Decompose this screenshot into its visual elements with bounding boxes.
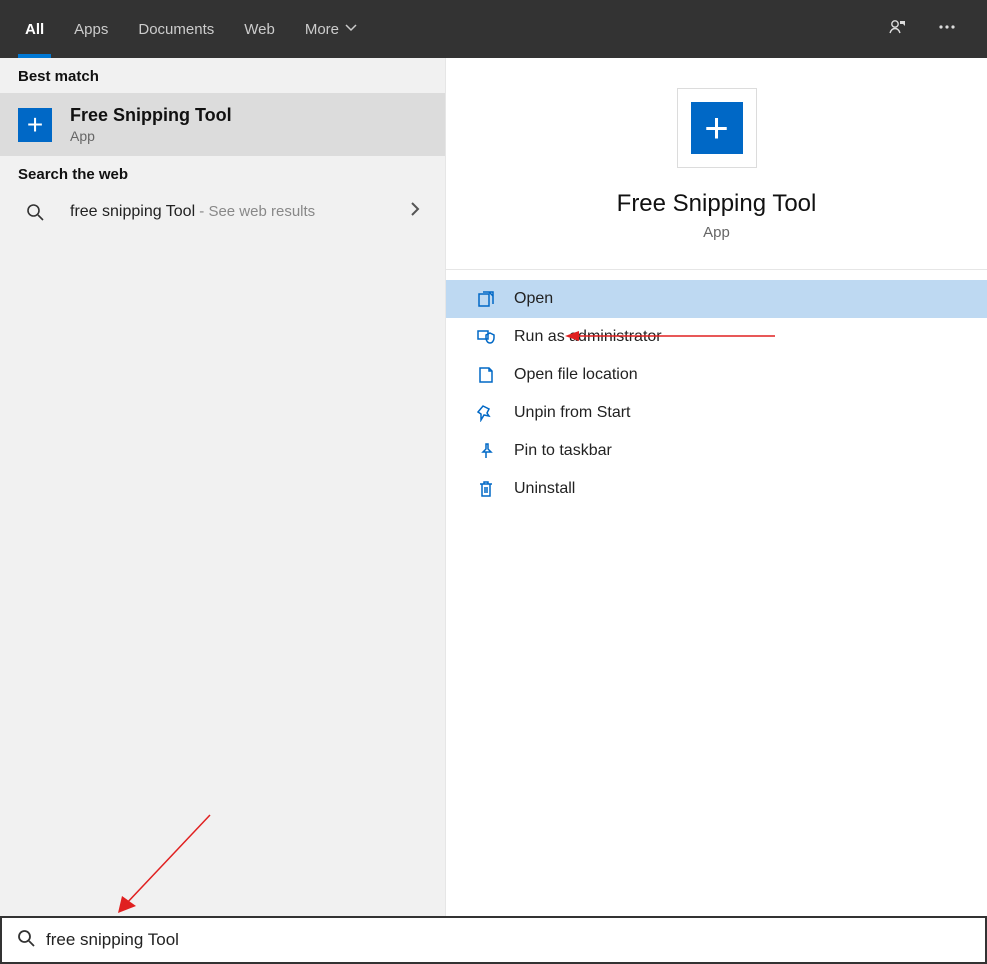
- tab-all[interactable]: All: [10, 0, 59, 58]
- web-search-result[interactable]: free snipping Tool - See web results: [0, 191, 445, 232]
- action-open-location[interactable]: Open file location: [446, 356, 987, 394]
- tab-web[interactable]: Web: [229, 0, 290, 58]
- best-match-result[interactable]: + Free Snipping Tool App: [0, 93, 445, 156]
- plus-icon: +: [18, 108, 52, 142]
- web-result-query: free snipping Tool: [70, 203, 195, 220]
- chevron-down-icon: [345, 21, 357, 38]
- tab-more[interactable]: More: [290, 0, 372, 58]
- best-match-subtitle: App: [70, 128, 232, 144]
- web-result-suffix: - See web results: [195, 203, 315, 220]
- folder-icon: [472, 366, 500, 384]
- action-uninstall[interactable]: Uninstall: [446, 470, 987, 508]
- search-tabs-bar: All Apps Documents Web More: [0, 0, 987, 58]
- tab-web-label: Web: [244, 21, 275, 38]
- tab-all-label: All: [25, 21, 44, 38]
- action-open-location-label: Open file location: [514, 366, 638, 384]
- search-icon: [18, 202, 52, 222]
- best-match-text: Free Snipping Tool App: [70, 105, 232, 144]
- search-icon: [16, 928, 36, 953]
- action-unpin-start[interactable]: Unpin from Start: [446, 394, 987, 432]
- admin-shield-icon: [472, 328, 500, 346]
- search-input[interactable]: [44, 929, 975, 951]
- tab-documents[interactable]: Documents: [123, 0, 229, 58]
- search-bar[interactable]: [0, 916, 987, 964]
- plus-icon: +: [691, 102, 743, 154]
- action-unpin-start-label: Unpin from Start: [514, 404, 630, 422]
- tab-apps[interactable]: Apps: [59, 0, 123, 58]
- action-open[interactable]: Open: [446, 280, 987, 318]
- web-result-text: free snipping Tool - See web results: [70, 203, 315, 221]
- pin-taskbar-icon: [472, 442, 500, 460]
- action-run-admin[interactable]: Run as administrator: [446, 318, 987, 356]
- topbar-right: [887, 17, 977, 41]
- chevron-right-icon: [409, 201, 427, 222]
- detail-icon-box: +: [677, 88, 757, 168]
- best-match-title: Free Snipping Tool: [70, 105, 232, 126]
- tab-more-label: More: [305, 21, 339, 38]
- detail-title: Free Snipping Tool: [617, 190, 817, 218]
- tab-apps-label: Apps: [74, 21, 108, 38]
- tabs: All Apps Documents Web More: [10, 0, 372, 58]
- detail-panel: + Free Snipping Tool App Open: [446, 58, 987, 916]
- best-match-header: Best match: [0, 58, 445, 93]
- results-panel: Best match + Free Snipping Tool App Sear…: [0, 58, 446, 916]
- trash-icon: [472, 480, 500, 498]
- detail-header: + Free Snipping Tool App: [446, 58, 987, 270]
- search-web-header: Search the web: [0, 156, 445, 191]
- action-pin-taskbar[interactable]: Pin to taskbar: [446, 432, 987, 470]
- action-pin-taskbar-label: Pin to taskbar: [514, 442, 612, 460]
- unpin-start-icon: [472, 404, 500, 422]
- more-options-icon[interactable]: [937, 17, 957, 41]
- action-run-admin-label: Run as administrator: [514, 328, 662, 346]
- open-icon: [472, 290, 500, 308]
- action-uninstall-label: Uninstall: [514, 480, 575, 498]
- actions-list: Open Run as administrator Open file loca…: [446, 270, 987, 508]
- tab-documents-label: Documents: [138, 21, 214, 38]
- action-open-label: Open: [514, 290, 553, 308]
- feedback-icon[interactable]: [887, 17, 907, 41]
- detail-subtitle: App: [703, 224, 730, 241]
